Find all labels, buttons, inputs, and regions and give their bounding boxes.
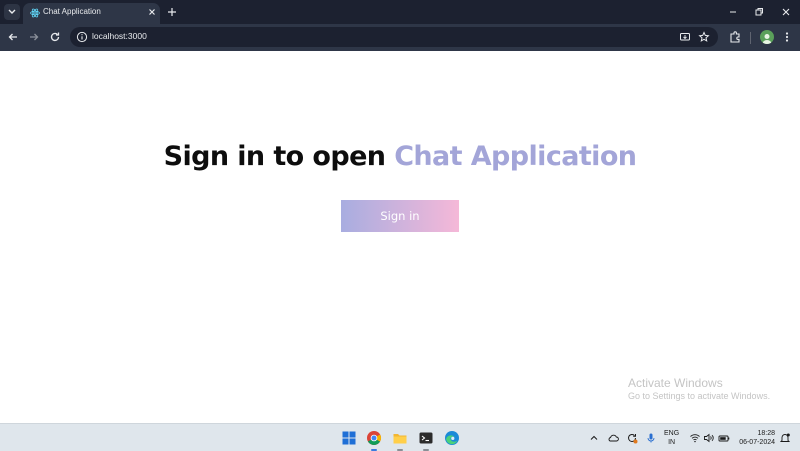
- windows-start-icon[interactable]: [341, 430, 357, 446]
- chevron-down-icon: [8, 9, 16, 14]
- page-viewport: Sign in to open Chat Application Sign in…: [0, 51, 800, 423]
- sync-update-icon[interactable]: [626, 432, 638, 444]
- notification-bell-icon[interactable]: [779, 432, 791, 444]
- site-info-icon[interactable]: [76, 31, 88, 43]
- region-code: IN: [668, 439, 676, 446]
- headline-prefix: Sign in to open: [163, 141, 395, 172]
- person-icon: [762, 34, 772, 44]
- terminal-icon[interactable]: [418, 430, 434, 446]
- sign-in-button[interactable]: Sign in: [341, 200, 459, 232]
- back-arrow-icon[interactable]: [6, 30, 20, 44]
- edge-icon[interactable]: [444, 430, 460, 446]
- address-bar[interactable]: localhost:3000: [70, 27, 718, 47]
- tab-search-button[interactable]: [4, 4, 20, 20]
- chrome-icon[interactable]: [366, 430, 382, 446]
- react-favicon-icon: [30, 8, 40, 18]
- language-indicator[interactable]: ENG IN: [664, 429, 679, 447]
- clock-date: 06-07-2024: [739, 439, 775, 446]
- more-menu-icon[interactable]: [780, 30, 794, 44]
- tab-title: Chat Application: [43, 7, 101, 16]
- new-tab-plus-icon[interactable]: [165, 5, 179, 19]
- toolbar-divider: [750, 32, 751, 44]
- active-tab[interactable]: Chat Application: [23, 3, 160, 24]
- battery-icon[interactable]: [718, 432, 730, 444]
- watermark-subtitle: Go to Settings to activate Windows.: [628, 391, 771, 401]
- language-code: ENG: [664, 430, 680, 437]
- forward-arrow-icon[interactable]: [27, 30, 41, 44]
- install-app-icon[interactable]: [679, 31, 691, 43]
- microphone-icon[interactable]: [645, 432, 657, 444]
- profile-avatar[interactable]: [760, 30, 774, 44]
- headline-app-name: Chat Application: [394, 141, 637, 172]
- browser-toolbar: localhost:3000: [0, 24, 800, 51]
- wifi-icon[interactable]: [689, 432, 701, 444]
- close-tab-icon[interactable]: [146, 6, 158, 18]
- file-explorer-icon[interactable]: [392, 430, 408, 446]
- page-headline: Sign in to open Chat Application: [0, 141, 800, 172]
- activate-windows-watermark: Activate Windows Go to Settings to activ…: [628, 376, 770, 402]
- tab-strip: Chat Application: [0, 0, 800, 24]
- chevron-up-icon[interactable]: [588, 432, 600, 444]
- minimize-icon[interactable]: [726, 5, 740, 19]
- url-text: localhost:3000: [92, 31, 147, 41]
- clock-time: 18:28: [757, 430, 775, 437]
- windows-taskbar: ENG IN 18:28 06-07-2024: [0, 423, 800, 451]
- volume-icon[interactable]: [703, 432, 715, 444]
- close-window-icon[interactable]: [779, 5, 793, 19]
- system-clock[interactable]: 18:28 06-07-2024: [735, 429, 775, 447]
- bookmark-star-icon[interactable]: [698, 31, 710, 43]
- extensions-puzzle-icon[interactable]: [728, 30, 742, 44]
- watermark-title: Activate Windows: [628, 376, 723, 390]
- reload-icon[interactable]: [48, 30, 62, 44]
- restore-icon[interactable]: [752, 5, 766, 19]
- onedrive-cloud-icon[interactable]: [607, 432, 619, 444]
